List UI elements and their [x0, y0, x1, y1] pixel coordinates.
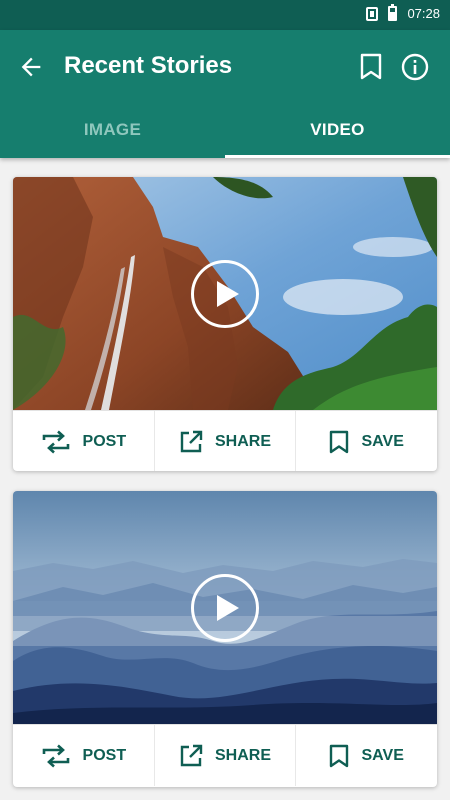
- story-card: POST SHARE SAVE: [13, 177, 437, 471]
- bookmark-button[interactable]: [356, 52, 386, 82]
- post-label: POST: [82, 746, 127, 764]
- sim-card-icon: [366, 6, 379, 21]
- video-thumbnail[interactable]: [13, 177, 437, 410]
- back-button[interactable]: [14, 50, 48, 84]
- save-label: SAVE: [361, 432, 404, 450]
- share-label: SHARE: [215, 432, 272, 450]
- bookmark-icon: [330, 744, 349, 767]
- card-actions: POST SHARE SAVE: [13, 410, 437, 471]
- play-button[interactable]: [191, 259, 259, 328]
- tab-bar: IMAGE VIDEO: [0, 102, 450, 158]
- tab-video-label: VIDEO: [310, 120, 365, 139]
- save-button[interactable]: SAVE: [296, 725, 437, 786]
- play-button[interactable]: [191, 573, 259, 642]
- play-icon: [217, 594, 239, 621]
- card-actions: POST SHARE SAVE: [13, 724, 437, 786]
- share-icon: [180, 744, 203, 766]
- story-feed[interactable]: POST SHARE SAVE POST SHARE SAVE: [0, 158, 450, 800]
- share-button[interactable]: SHARE: [155, 725, 297, 786]
- save-label: SAVE: [361, 746, 404, 764]
- tab-video[interactable]: VIDEO: [225, 102, 450, 158]
- status-time: 07:28: [407, 6, 440, 21]
- status-bar: 07:28: [0, 0, 450, 30]
- repost-icon: [42, 430, 69, 453]
- bookmark-icon: [360, 53, 382, 80]
- app-bar: Recent Stories IMAGE VIDEO: [0, 30, 450, 158]
- battery-icon: [388, 4, 398, 21]
- share-icon: [180, 430, 203, 452]
- post-button[interactable]: POST: [13, 411, 155, 471]
- bookmark-icon: [330, 430, 349, 453]
- play-icon: [217, 280, 239, 307]
- story-card: POST SHARE SAVE: [13, 491, 437, 787]
- video-thumbnail[interactable]: [13, 491, 437, 724]
- info-button[interactable]: [400, 52, 430, 82]
- tab-image[interactable]: IMAGE: [0, 102, 225, 158]
- tab-image-label: IMAGE: [83, 120, 142, 139]
- page-title: Recent Stories: [64, 52, 233, 79]
- post-label: POST: [82, 432, 127, 450]
- info-icon: [401, 53, 429, 81]
- arrow-left-icon: [21, 57, 41, 77]
- share-button[interactable]: SHARE: [155, 411, 297, 471]
- post-button[interactable]: POST: [13, 725, 155, 786]
- share-label: SHARE: [215, 746, 272, 764]
- save-button[interactable]: SAVE: [296, 411, 437, 471]
- repost-icon: [42, 744, 69, 767]
